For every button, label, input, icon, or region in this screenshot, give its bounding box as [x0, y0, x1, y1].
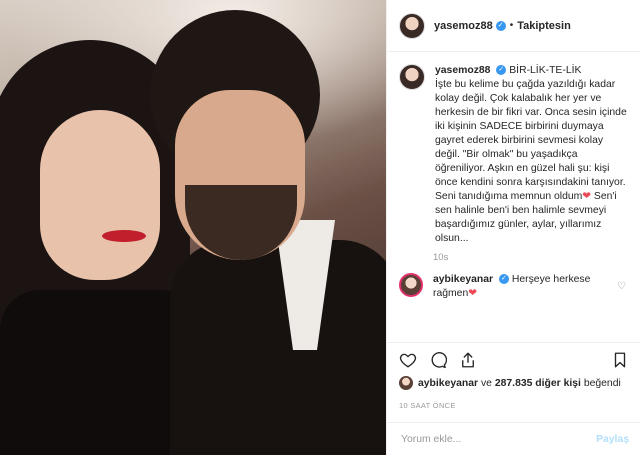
post-sidebar: yasemoz88 ✓ • Takiptesin yasemoz88 ✓ BİR…	[386, 0, 640, 455]
caption-avatar[interactable]	[399, 64, 425, 90]
commenter-avatar[interactable]	[399, 273, 423, 297]
post-time-ago: 10 SAAT ÖNCE	[399, 401, 456, 410]
caption: yasemoz88 ✓ BİR-LİK-TE-LİK İşte bu kelim…	[399, 64, 630, 246]
caption-body: İşte bu kelime bu çağda yazıldığı kadar …	[435, 79, 627, 202]
comment-item: aybikeyanar ✓ Herşeye herkese rağmen❤ ♡	[399, 273, 630, 301]
likes-count[interactable]: 287.835 diğer kişi	[495, 378, 581, 389]
likes-summary: aybikeyanar ve 287.835 diğer kişi beğend…	[399, 376, 621, 390]
caption-username[interactable]: yasemoz88	[435, 65, 490, 76]
heart-emoji-icon: ❤	[468, 288, 477, 299]
comments-section: yasemoz88 ✓ BİR-LİK-TE-LİK İşte bu kelim…	[387, 52, 640, 337]
photo-woman-face	[40, 110, 160, 280]
liker-avatar[interactable]	[399, 376, 413, 390]
comment-like-icon[interactable]: ♡	[617, 281, 626, 292]
follow-status-button[interactable]: Takiptesin	[517, 20, 571, 32]
post-comment-button[interactable]: Paylaş	[596, 434, 629, 445]
heart-emoji-icon: ❤	[582, 191, 591, 202]
verified-badge-icon: ✓	[495, 20, 506, 31]
commenter-username[interactable]: aybikeyanar	[433, 274, 493, 285]
separator-dot: •	[509, 20, 514, 31]
caption-time: 10s	[433, 252, 449, 263]
caption-title: BİR-LİK-TE-LİK	[509, 65, 582, 76]
likes-connector: ve	[480, 377, 492, 389]
post-photo[interactable]	[0, 0, 386, 455]
action-bar	[387, 342, 640, 370]
post-header: yasemoz88 ✓ • Takiptesin	[387, 0, 640, 52]
liker-username[interactable]: aybikeyanar	[418, 378, 478, 389]
photo-man-jacket	[170, 240, 386, 455]
bookmark-icon[interactable]	[611, 351, 629, 369]
comment-input[interactable]	[399, 432, 597, 446]
comment-text: aybikeyanar ✓ Herşeye herkese rağmen❤	[433, 273, 613, 301]
photo-woman-lips	[102, 230, 146, 242]
author-avatar[interactable]	[399, 12, 425, 39]
instagram-post: yasemoz88 ✓ • Takiptesin yasemoz88 ✓ BİR…	[0, 0, 640, 455]
author-username[interactable]: yasemoz88	[434, 20, 493, 32]
share-icon[interactable]	[459, 351, 477, 369]
caption-text: yasemoz88 ✓ BİR-LİK-TE-LİK İşte bu kelim…	[435, 64, 630, 246]
speech-bubble-icon[interactable]	[429, 351, 447, 369]
likes-suffix: beğendi	[583, 377, 621, 389]
heart-outline-icon[interactable]	[399, 351, 417, 369]
verified-badge-icon: ✓	[498, 274, 509, 285]
add-comment-bar: Paylaş	[387, 422, 640, 455]
verified-badge-icon: ✓	[496, 65, 507, 76]
